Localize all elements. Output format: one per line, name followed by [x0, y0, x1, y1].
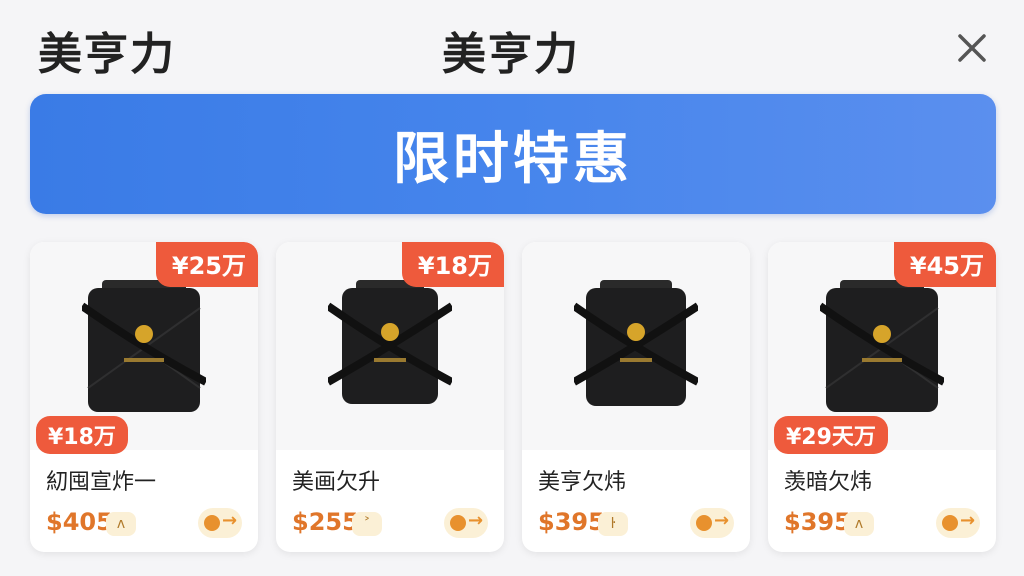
product-name: 美画欠升: [292, 470, 381, 495]
discount-badge-top: ¥18万: [401, 242, 504, 287]
product-price: $255: [292, 508, 359, 536]
bag-image: [328, 280, 452, 404]
arrow-right-icon: →: [960, 510, 976, 531]
discount-badge-top: ¥25万: [155, 242, 258, 287]
price-tag: ŀ: [598, 512, 628, 536]
product-price: $395: [538, 508, 605, 536]
product-price: $395: [784, 508, 851, 536]
bag-image: [574, 280, 698, 406]
add-to-cart-button[interactable]: →: [198, 508, 242, 538]
product-card-2[interactable]: ¥18万 美画欠升 $255 ˃ →: [276, 242, 504, 552]
coin-icon: [942, 515, 958, 531]
arrow-right-icon: →: [222, 510, 238, 531]
add-to-cart-button[interactable]: →: [936, 508, 980, 538]
arrow-right-icon: →: [468, 510, 484, 531]
coin-icon: [204, 515, 220, 531]
product-price: $405: [46, 508, 113, 536]
add-to-cart-button[interactable]: →: [444, 508, 488, 538]
discount-badge-bottom: ¥18万: [36, 416, 128, 454]
product-name: 糿囤宣炸一: [46, 470, 157, 495]
product-image: [522, 242, 750, 450]
brand-logo-center: 美亨力: [442, 29, 580, 80]
close-button[interactable]: [950, 26, 994, 70]
price-tag: ʌ: [844, 512, 874, 536]
discount-badge-top: ¥45万: [893, 242, 996, 287]
product-name: 羡暗欠炜: [784, 470, 873, 495]
product-card-4[interactable]: ¥45万 羡暗欠炜 $395 ʌ →: [768, 242, 996, 552]
product-card-3[interactable]: 美亨欠炜 $395 ŀ →: [522, 242, 750, 552]
price-tag: ˃: [352, 512, 382, 536]
promo-banner[interactable]: 限时特惠: [30, 94, 996, 214]
discount-badge-bottom: ¥29天万: [774, 416, 888, 454]
product-name: 美亨欠炜: [538, 470, 627, 495]
bag-image: [82, 280, 206, 412]
arrow-right-icon: →: [714, 510, 730, 531]
add-to-cart-button[interactable]: →: [690, 508, 734, 538]
coin-icon: [450, 515, 466, 531]
header: 美亨力 美亨力: [0, 0, 1024, 92]
brand-logo-left: 美亨力: [38, 29, 176, 80]
coin-icon: [696, 515, 712, 531]
close-icon: [958, 34, 986, 62]
product-card-1[interactable]: ¥25万 糿囤宣炸一 $405 ʌ →: [30, 242, 258, 552]
bag-image: [820, 280, 944, 412]
price-tag: ʌ: [106, 512, 136, 536]
